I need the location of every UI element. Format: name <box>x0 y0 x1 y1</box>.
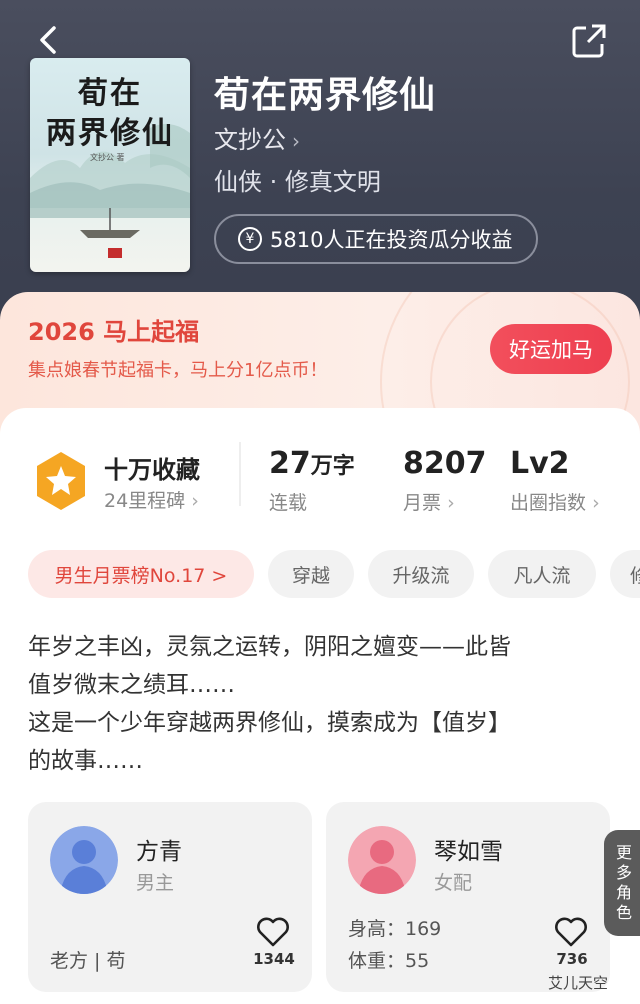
book-description[interactable]: 年岁之丰凶，灵氛之运转，阴阳之嬗变——此皆 值岁微末之绩耳…… 这是一个少年穿越… <box>28 628 618 780</box>
author-link[interactable]: 文抄公 › <box>214 120 300 155</box>
tag-chip[interactable]: 穿越 <box>268 550 354 598</box>
book-cover[interactable]: 荀在 两界修仙 文抄公 著 <box>30 58 190 272</box>
role-weight: 体重：55 <box>348 950 430 972</box>
words-value: 27 <box>269 446 311 481</box>
avatar <box>50 826 118 894</box>
promo-subtitle: 集点娘春节起福卡，马上分1亿点币！ <box>28 360 328 381</box>
description-line: 值岁微末之绩耳…… <box>28 672 235 698</box>
invest-button[interactable]: ¥ 5810人正在投资瓜分收益 <box>214 214 538 264</box>
words-label: 连载 <box>269 492 308 514</box>
book-title: 荀在两界修仙 <box>214 75 437 116</box>
heart-icon[interactable] <box>554 916 588 948</box>
milestone-link[interactable]: 24里程碑 › <box>104 486 199 513</box>
chevron-right-icon: › <box>447 492 455 514</box>
role-card[interactable]: 方青 男主 老方 | 苟 1344 <box>28 802 312 992</box>
yen-icon: ¥ <box>238 227 262 251</box>
monthly-ticket-link[interactable]: 月票 › <box>403 488 455 515</box>
promo-title: 2026 马上起福 <box>28 318 200 346</box>
genre-label: 仙侠 · 修真文明 <box>214 168 381 196</box>
author-name: 文抄公 <box>214 126 286 154</box>
role-card[interactable]: 琴如雪 女配 身高：169 体重：55 736 <box>326 802 610 992</box>
cover-author: 文抄公 著 <box>90 153 125 162</box>
description-line: 年岁之丰凶，灵氛之运转，阴阳之嬗变——此皆 <box>28 634 511 660</box>
description-line: 的故事…… <box>28 748 143 774</box>
chevron-right-icon: › <box>292 129 300 153</box>
chevron-right-icon: › <box>191 490 199 512</box>
cover-title: 荀在 两界修仙 <box>46 76 174 151</box>
star-badge-icon <box>37 452 85 510</box>
back-icon[interactable] <box>34 24 66 56</box>
invest-text: 5810人正在投资瓜分收益 <box>270 228 513 252</box>
heart-icon[interactable] <box>256 916 290 948</box>
words-stat: 27万字 <box>269 446 355 481</box>
rank-tag[interactable]: 男生月票榜No.17 > <box>28 550 254 598</box>
collect-label: 十万收藏 <box>104 456 200 484</box>
level-link[interactable]: 出圈指数 › <box>510 488 600 515</box>
role-type: 女配 <box>434 872 473 894</box>
level-label: 出圈指数 <box>510 492 587 514</box>
monthly-ticket-value: 8207 <box>403 446 487 481</box>
monthly-ticket-label: 月票 <box>403 492 442 514</box>
share-icon[interactable] <box>570 22 608 60</box>
divider <box>239 442 241 506</box>
role-tags: 老方 | 苟 <box>50 950 126 972</box>
tag-chip[interactable]: 升级流 <box>368 550 474 598</box>
tag-chip[interactable]: 凡人流 <box>488 550 596 598</box>
like-count: 1344 <box>253 950 295 968</box>
promo-button[interactable]: 好运加马 <box>490 324 612 374</box>
level-value: Lv2 <box>510 446 570 481</box>
more-roles-button[interactable]: 更多角色 <box>604 830 640 936</box>
words-unit: 万字 <box>310 454 355 479</box>
avatar <box>348 826 416 894</box>
description-line: 这是一个少年穿越两界修仙，摸索成为【值岁】 <box>28 710 511 736</box>
role-height: 身高：169 <box>348 918 442 940</box>
watermark: 艾儿天空 <box>548 974 609 992</box>
cover-seal <box>108 248 122 258</box>
like-count: 736 <box>556 950 588 968</box>
role-type: 男主 <box>136 872 175 894</box>
role-name: 琴如雪 <box>434 839 503 865</box>
milestone-text: 24里程碑 <box>104 490 186 512</box>
chevron-right-icon: › <box>592 492 600 514</box>
role-name: 方青 <box>136 839 182 865</box>
